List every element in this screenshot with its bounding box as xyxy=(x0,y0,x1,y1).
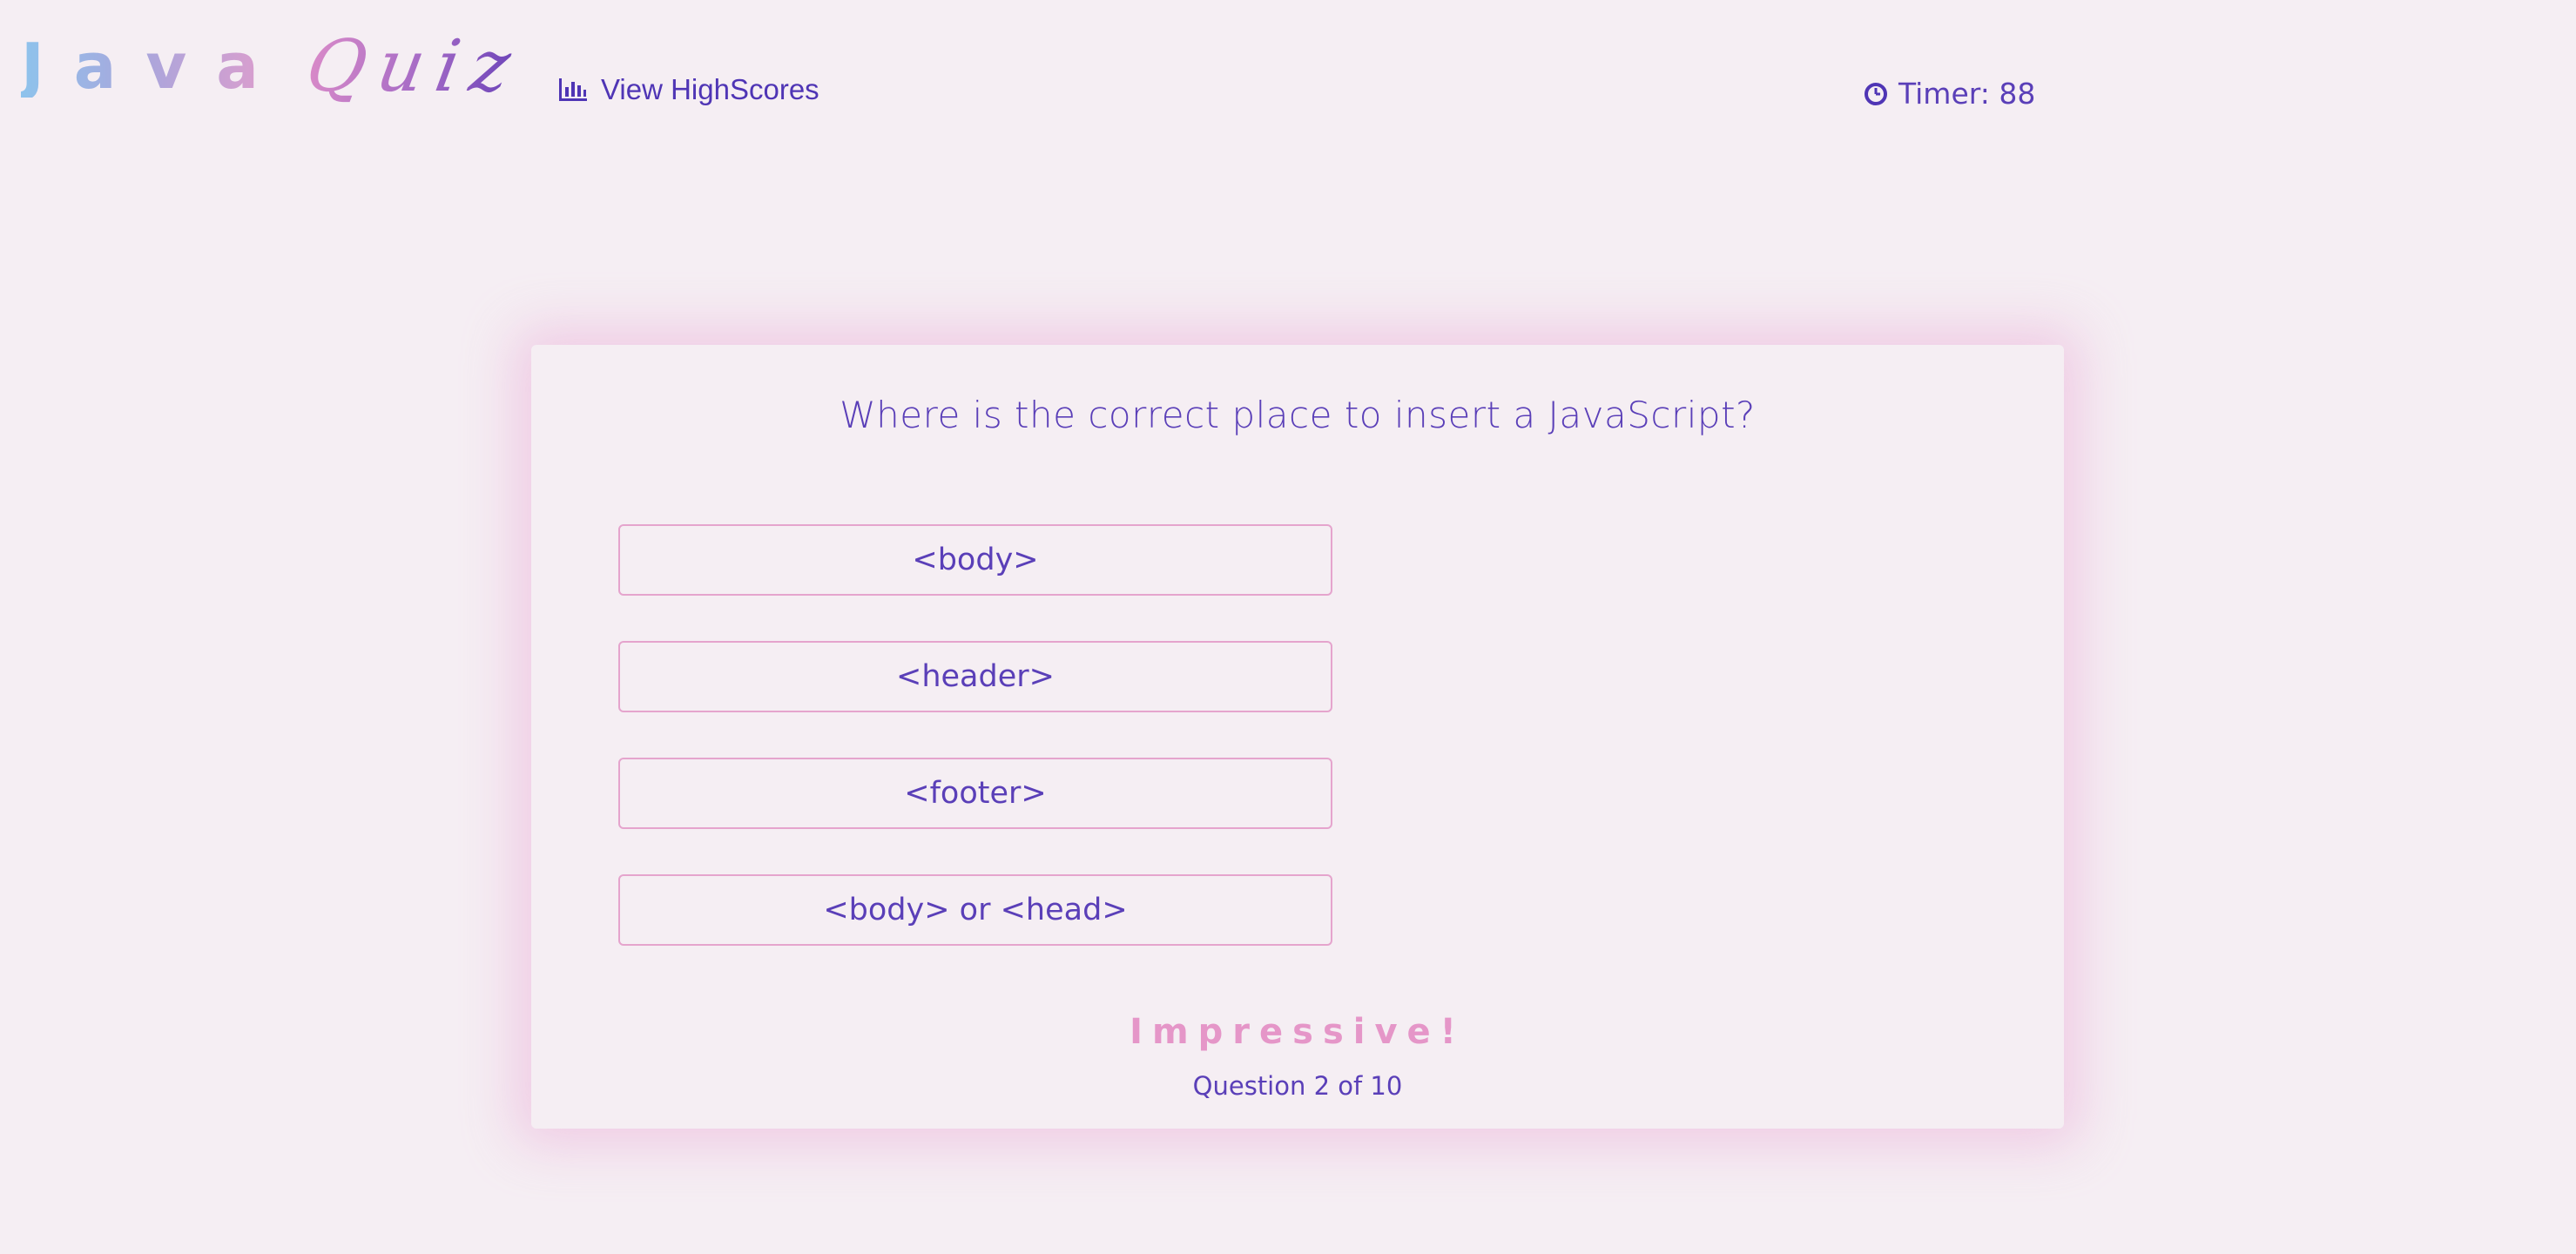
answer-button-1[interactable]: <body> xyxy=(618,524,1332,596)
question-text: Where is the correct place to insert a J… xyxy=(840,394,1756,436)
logo: Java Quiz xyxy=(21,25,529,113)
answer-list: <body> <header> <footer> <body> or <head… xyxy=(618,524,1332,946)
view-highscores-label: View HighScores xyxy=(601,73,819,105)
quiz-card: Where is the correct place to insert a J… xyxy=(531,345,2064,1129)
answer-button-4[interactable]: <body> or <head> xyxy=(618,874,1332,946)
bar-chart-icon xyxy=(557,77,589,103)
timer-label: Timer: 88 xyxy=(1898,77,2036,111)
timer: Timer: 88 xyxy=(1864,77,2035,111)
logo-java-text: Java xyxy=(21,30,288,103)
logo-quiz-text: Quiz xyxy=(300,25,529,108)
view-highscores-link[interactable]: View HighScores xyxy=(557,73,819,106)
feedback-message: Impressive! xyxy=(1130,1012,1466,1052)
answer-button-2[interactable]: <header> xyxy=(618,641,1332,712)
answer-button-3[interactable]: <footer> xyxy=(618,758,1332,829)
question-progress: Question 2 of 10 xyxy=(1192,1071,1403,1101)
clock-icon xyxy=(1864,82,1888,106)
